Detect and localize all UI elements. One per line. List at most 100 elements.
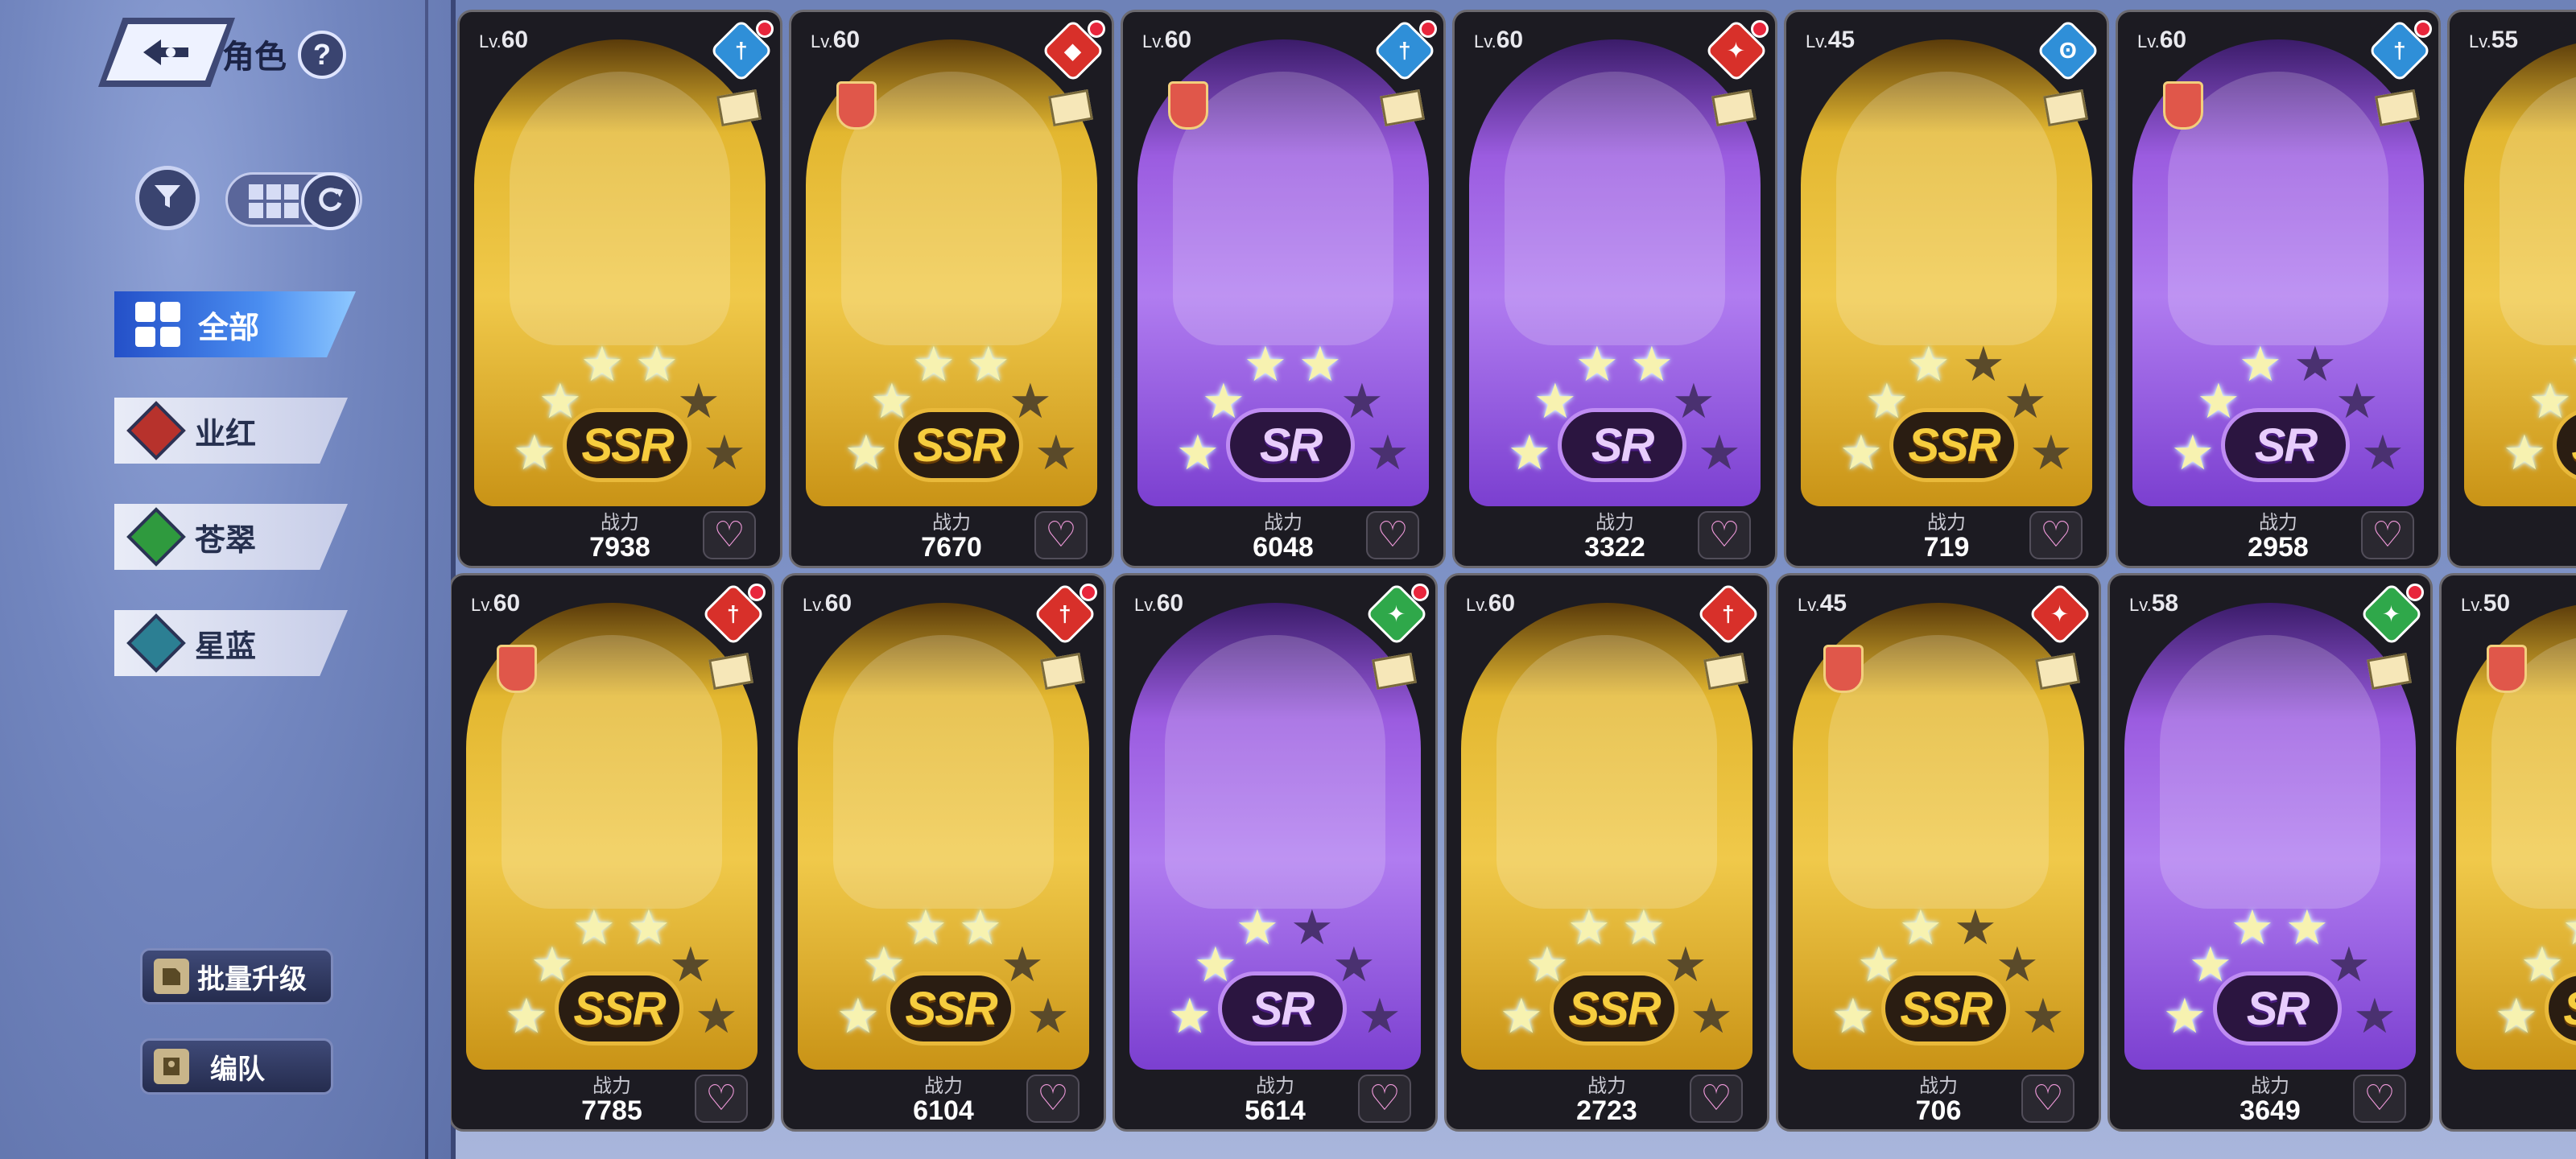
character-card[interactable]: ★ ★ ★ ★ ★ ★ SSR Lv.60 † 战力 6104 ♡ bbox=[781, 573, 1106, 1132]
favorite-heart-icon[interactable]: ♡ bbox=[1026, 1074, 1080, 1123]
page-title: 角色 bbox=[222, 39, 287, 75]
favorite-heart-icon[interactable]: ♡ bbox=[1366, 511, 1419, 559]
element-glyph: † bbox=[1722, 600, 1735, 626]
favorite-heart-icon[interactable]: ♡ bbox=[2021, 1074, 2074, 1123]
character-card[interactable]: ★ ★ ★ ★ ★ ★ SR Lv.60 ✦ 战力 3322 ♡ bbox=[1452, 10, 1777, 568]
character-card[interactable]: ★ ★ ★ ★ ★ ★ SR Lv.60 † 战力 2958 ♡ bbox=[2116, 10, 2441, 568]
rarity-badge: SSR bbox=[894, 408, 1023, 482]
character-portrait bbox=[1165, 635, 1385, 909]
star-icon: ★ bbox=[912, 337, 956, 391]
refresh-button[interactable] bbox=[301, 172, 359, 230]
notification-dot bbox=[756, 20, 774, 38]
refresh-icon bbox=[314, 184, 346, 220]
level-label: Lv.60 bbox=[1142, 27, 1191, 54]
level-prefix: Lv. bbox=[471, 595, 493, 615]
level-prefix: Lv. bbox=[1134, 595, 1157, 615]
character-card[interactable]: ★ ★ ★ ★ ★ ★ SSR Lv.45 ʘ 战力 719 ♡ bbox=[1784, 10, 2109, 568]
favorite-heart-icon[interactable]: ♡ bbox=[1034, 511, 1088, 559]
character-card[interactable]: ★ ★ ★ ★ ★ ★ SR Lv.58 ✦ 战力 3649 ♡ bbox=[2107, 573, 2433, 1132]
category-tab-red[interactable]: 业红 bbox=[114, 398, 348, 464]
level-label: Lv.60 bbox=[1466, 590, 1515, 617]
star-icon: ★ bbox=[2562, 904, 2576, 952]
star-icon: ★ bbox=[513, 426, 556, 480]
character-card[interactable]: ★★★★★★SSRLv.50†战力34♡ bbox=[2439, 573, 2576, 1132]
favorite-heart-icon[interactable]: ♡ bbox=[2353, 1074, 2406, 1123]
character-card[interactable]: ★ ★ ★ ★ ★ ★ SSR Lv.60 † 战力 2723 ♡ bbox=[1444, 573, 1769, 1132]
category-tab-all[interactable]: 全部 bbox=[114, 291, 356, 357]
star-icon: ★ bbox=[2004, 374, 2047, 428]
favorite-heart-icon[interactable]: ♡ bbox=[1690, 1074, 1743, 1123]
category-tab-green[interactable]: 苍翠 bbox=[114, 504, 348, 570]
level-value: 58 bbox=[2151, 590, 2179, 617]
sidebar: 角色 ? 全部 业红 苍翠 星蓝 批量升级 编队 bbox=[0, 0, 456, 1159]
star-icon: ★ bbox=[844, 426, 888, 480]
character-card[interactable]: ★ ★ ★ ★ ★ ★ SSR Lv.60 ◆ 战力 7670 ♡ bbox=[789, 10, 1114, 568]
element-glyph: ◆ bbox=[1064, 38, 1082, 64]
category-tab-blue[interactable]: 星蓝 bbox=[114, 610, 348, 676]
level-value: 60 bbox=[1488, 590, 1516, 617]
formation-button[interactable]: 编队 bbox=[140, 1038, 333, 1095]
back-arrow-icon bbox=[106, 24, 227, 80]
star-icon: ★ bbox=[2021, 989, 2065, 1043]
ticket-icon bbox=[1380, 89, 1425, 127]
help-button[interactable]: ? bbox=[298, 31, 346, 79]
star-icon: ★ bbox=[2335, 374, 2379, 428]
star-icon: ★ bbox=[1954, 901, 1997, 955]
favorite-heart-icon[interactable]: ♡ bbox=[2361, 511, 2414, 559]
power-value: 34 bbox=[2442, 1095, 2576, 1127]
character-portrait bbox=[1836, 72, 2057, 345]
star-icon: ★ bbox=[1962, 337, 2005, 391]
favorite-heart-icon[interactable]: ♡ bbox=[695, 1074, 748, 1123]
star-icon: ★ bbox=[580, 337, 624, 391]
star-icon: ★ bbox=[1332, 938, 1376, 992]
level-value: 55 bbox=[2491, 27, 2519, 53]
batch-upgrade-button[interactable]: 批量升级 bbox=[140, 948, 333, 1004]
character-portrait bbox=[1496, 635, 1717, 909]
ticket-icon bbox=[708, 652, 753, 691]
star-icon: ★ bbox=[967, 337, 1010, 391]
ticket-icon bbox=[1703, 652, 1748, 691]
notification-dot bbox=[748, 584, 766, 601]
level-prefix: Lv. bbox=[2137, 31, 2160, 52]
filter-button[interactable] bbox=[135, 166, 200, 230]
star-icon: ★ bbox=[1236, 901, 1279, 955]
star-icon: ★ bbox=[1831, 989, 1875, 1043]
character-card[interactable]: ★ ★ ★ ★ ★ ★ SR Lv.60 ✦ 战力 5614 ♡ bbox=[1113, 573, 1438, 1132]
star-icon: ★ bbox=[703, 426, 746, 480]
notification-dot bbox=[1088, 20, 1105, 38]
element-glyph: ✦ bbox=[2050, 601, 2070, 627]
star-icon: ★ bbox=[1567, 901, 1611, 955]
character-card[interactable]: ★★★★★★SSRLv.55†战力♡ bbox=[2447, 10, 2576, 568]
blue-element-icon bbox=[126, 613, 186, 673]
star-icon: ★ bbox=[1001, 938, 1044, 992]
level-prefix: Lv. bbox=[803, 595, 825, 615]
character-card[interactable]: ★ ★ ★ ★ ★ ★ SSR Lv.45 ✦ 战力 706 ♡ bbox=[1776, 573, 2101, 1132]
favorite-heart-icon[interactable]: ♡ bbox=[1698, 511, 1751, 559]
level-prefix: Lv. bbox=[1798, 595, 1820, 615]
level-label: Lv.45 bbox=[1798, 590, 1847, 617]
star-icon: ★ bbox=[1026, 989, 1070, 1043]
favorite-heart-icon[interactable]: ♡ bbox=[703, 511, 756, 559]
star-icon: ★ bbox=[2293, 337, 2337, 391]
level-value: 45 bbox=[1827, 27, 1856, 53]
ticket-icon bbox=[1372, 652, 1417, 691]
level-prefix: Lv. bbox=[2461, 595, 2483, 615]
element-glyph: † bbox=[1059, 600, 1071, 626]
favorite-heart-icon[interactable]: ♡ bbox=[1358, 1074, 1411, 1123]
star-icon: ★ bbox=[836, 989, 880, 1043]
level-label: Lv.60 bbox=[803, 590, 852, 617]
ticket-icon bbox=[1711, 89, 1757, 127]
element-glyph: † bbox=[727, 600, 740, 626]
character-card[interactable]: ★ ★ ★ ★ ★ ★ SSR Lv.60 † 战力 7785 ♡ bbox=[451, 573, 774, 1132]
star-icon: ★ bbox=[1622, 901, 1666, 955]
ticket-icon bbox=[2035, 652, 2080, 691]
level-label: Lv.55 bbox=[2469, 27, 2518, 54]
star-icon: ★ bbox=[1244, 337, 1287, 391]
character-card[interactable]: ★ ★ ★ ★ ★ ★ SR Lv.60 † 战力 6048 ♡ bbox=[1121, 10, 1446, 568]
favorite-heart-icon[interactable]: ♡ bbox=[2029, 511, 2083, 559]
star-icon: ★ bbox=[695, 989, 738, 1043]
level-value: 60 bbox=[493, 590, 521, 617]
character-card[interactable]: ★ ★ ★ ★ ★ ★ SSR Lv.60 † 战力 7938 ♡ bbox=[457, 10, 782, 568]
back-button[interactable] bbox=[98, 18, 235, 87]
category-label: 星蓝 bbox=[195, 629, 257, 664]
